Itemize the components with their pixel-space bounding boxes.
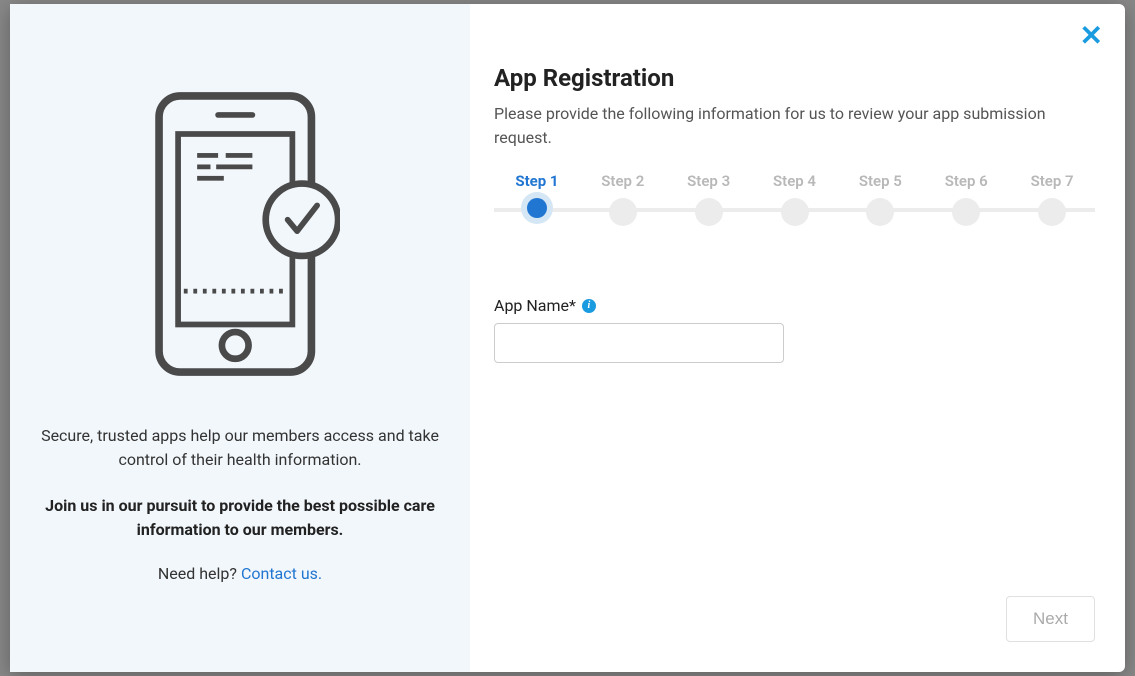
- step-label: Step 5: [837, 172, 923, 190]
- app-registration-modal: Secure, trusted apps help our members ac…: [10, 4, 1125, 672]
- step-4[interactable]: Step 4: [752, 172, 838, 226]
- step-2[interactable]: Step 2: [580, 172, 666, 226]
- step-dot-icon: [695, 198, 723, 226]
- left-panel: Secure, trusted apps help our members ac…: [10, 4, 470, 672]
- step-7[interactable]: Step 7: [1009, 172, 1095, 226]
- step-dot-icon: [1038, 198, 1066, 226]
- step-3[interactable]: Step 3: [666, 172, 752, 226]
- close-button[interactable]: ✕: [1080, 22, 1103, 50]
- step-label: Step 1: [494, 172, 580, 190]
- phone-illustration: [140, 84, 340, 384]
- app-name-label-text: App Name*: [494, 296, 576, 315]
- step-label: Step 6: [923, 172, 1009, 190]
- stepper: Step 1 Step 2 Step 3 Step 4 Step 5 Step …: [494, 172, 1095, 226]
- step-1[interactable]: Step 1: [494, 172, 580, 226]
- step-label: Step 3: [666, 172, 752, 190]
- close-icon: ✕: [1080, 20, 1103, 51]
- step-dot-icon: [527, 198, 547, 218]
- contact-us-link[interactable]: Contact us.: [241, 564, 322, 583]
- step-dot-icon: [952, 198, 980, 226]
- step-label: Step 2: [580, 172, 666, 190]
- app-name-label: App Name* i: [494, 296, 1095, 315]
- app-name-input[interactable]: [494, 323, 784, 363]
- step-5[interactable]: Step 5: [837, 172, 923, 226]
- step-label: Step 7: [1009, 172, 1095, 190]
- modal-description: Please provide the following information…: [494, 102, 1095, 150]
- pursuit-text: Join us in our pursuit to provide the be…: [34, 494, 446, 542]
- help-prefix: Need help?: [158, 564, 241, 583]
- next-button[interactable]: Next: [1006, 596, 1095, 642]
- step-6[interactable]: Step 6: [923, 172, 1009, 226]
- step-dot-icon: [866, 198, 894, 226]
- need-help-text: Need help? Contact us.: [158, 564, 322, 583]
- step-label: Step 4: [752, 172, 838, 190]
- right-panel: ✕ App Registration Please provide the fo…: [470, 4, 1125, 672]
- step-dot-icon: [781, 198, 809, 226]
- modal-title: App Registration: [494, 64, 1095, 92]
- info-icon[interactable]: i: [582, 299, 596, 313]
- step-dot-icon: [609, 198, 637, 226]
- tagline-text: Secure, trusted apps help our members ac…: [34, 424, 446, 472]
